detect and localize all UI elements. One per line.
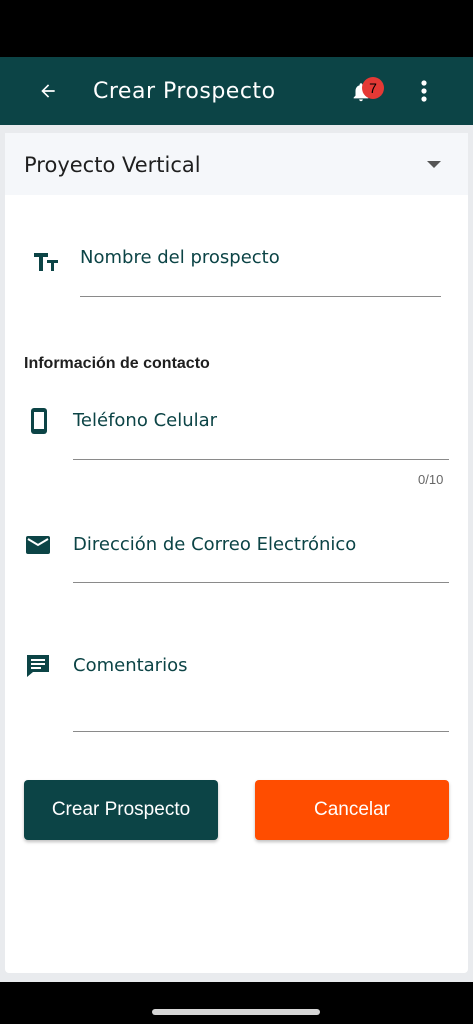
phone-underline	[73, 459, 449, 460]
create-prospect-button[interactable]: Crear Prospecto	[24, 780, 218, 840]
cancel-button[interactable]: Cancelar	[255, 780, 449, 840]
project-select-value: Proyecto Vertical	[24, 153, 201, 177]
notifications-button[interactable]: 7	[346, 73, 386, 109]
email-input[interactable]: Dirección de Correo Electrónico	[73, 534, 356, 555]
more-options-button[interactable]	[412, 75, 436, 107]
mail-icon	[26, 536, 50, 554]
comment-icon	[27, 655, 49, 677]
content-area: Proyecto Vertical Nombre del prospecto I…	[0, 125, 473, 982]
contact-section-title: Información de contacto	[24, 355, 210, 372]
more-vert-icon	[421, 80, 427, 102]
phone-char-counter: 0/10	[418, 472, 444, 487]
text-fields-icon	[34, 253, 58, 271]
email-underline	[73, 582, 449, 583]
home-gesture-handle[interactable]	[152, 1009, 320, 1015]
smartphone-icon	[31, 408, 47, 434]
form-card: Proyecto Vertical Nombre del prospecto I…	[5, 133, 468, 973]
prospect-name-input[interactable]: Nombre del prospecto	[80, 247, 280, 268]
system-nav-bar	[0, 982, 473, 1024]
comments-underline	[73, 731, 449, 732]
comments-input[interactable]: Comentarios	[73, 655, 187, 676]
prospect-name-underline	[80, 296, 441, 297]
project-select[interactable]: Proyecto Vertical	[5, 133, 468, 195]
dropdown-caret-icon	[427, 161, 441, 168]
status-bar	[0, 0, 473, 57]
arrow-back-icon	[41, 84, 55, 98]
page-title: Crear Prospecto	[93, 79, 276, 104]
app-bar: Crear Prospecto 7	[0, 57, 473, 125]
notification-badge: 7	[362, 77, 384, 99]
back-button[interactable]	[28, 71, 68, 111]
phone-input[interactable]: Teléfono Celular	[73, 410, 217, 431]
